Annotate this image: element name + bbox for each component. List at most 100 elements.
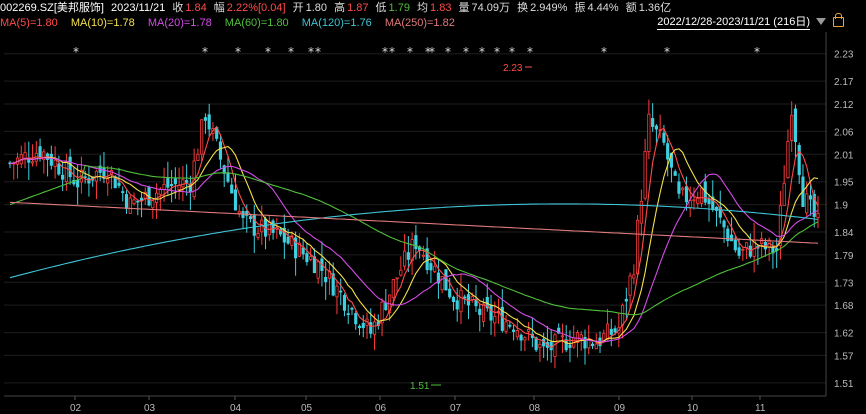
candle-body[interactable] — [549, 341, 553, 351]
candle-body[interactable] — [121, 191, 125, 193]
candle-body[interactable] — [339, 290, 343, 293]
candle-body[interactable] — [64, 161, 68, 183]
candle-body[interactable] — [684, 186, 689, 203]
candle-body[interactable] — [560, 335, 565, 338]
event-marker[interactable]: * — [407, 45, 413, 59]
event-marker[interactable]: * — [382, 45, 388, 59]
candle-body[interactable] — [681, 187, 685, 191]
candle-body[interactable] — [455, 300, 459, 310]
candle-body[interactable] — [230, 184, 234, 194]
candle-body[interactable] — [448, 288, 452, 298]
candle-body[interactable] — [203, 117, 208, 121]
candle-body[interactable] — [267, 221, 271, 236]
candle-body[interactable] — [346, 313, 350, 316]
candle-body[interactable] — [677, 181, 681, 194]
candle-body[interactable] — [459, 289, 463, 313]
candle-body[interactable] — [170, 184, 174, 186]
candle-body[interactable] — [200, 119, 204, 155]
candle-body[interactable] — [628, 275, 632, 296]
candle-body[interactable] — [523, 337, 527, 341]
candle-body[interactable] — [357, 325, 362, 329]
candle-body[interactable] — [699, 187, 704, 204]
candle-body[interactable] — [654, 125, 658, 130]
candle-body[interactable] — [196, 153, 200, 161]
candle-body[interactable] — [87, 178, 91, 184]
candle-body[interactable] — [384, 302, 388, 311]
event-marker[interactable]: * — [445, 45, 451, 59]
candle-body[interactable] — [583, 336, 587, 349]
event-marker[interactable]: * — [754, 45, 760, 59]
candle-body[interactable] — [564, 339, 568, 351]
event-marker[interactable]: * — [509, 45, 515, 59]
candle-body[interactable] — [786, 141, 790, 178]
event-marker[interactable]: * — [479, 45, 485, 59]
candle-body[interactable] — [429, 263, 433, 271]
candle-body[interactable] — [797, 145, 801, 176]
candle-body[interactable] — [651, 118, 655, 127]
candle-body[interactable] — [737, 247, 741, 256]
event-marker[interactable]: * — [308, 45, 314, 59]
candle-body[interactable] — [414, 235, 418, 250]
candle-body[interactable] — [248, 216, 253, 220]
candle-body[interactable] — [256, 233, 260, 238]
event-marker[interactable]: * — [202, 45, 208, 59]
candle-body[interactable] — [361, 322, 365, 329]
candle-body[interactable] — [124, 194, 129, 209]
candle-body[interactable] — [816, 213, 820, 218]
candle-body[interactable] — [132, 199, 136, 205]
candle-body[interactable] — [519, 334, 523, 341]
candle-body[interactable] — [369, 322, 373, 334]
candle-body[interactable] — [609, 328, 613, 335]
candle-body[interactable] — [38, 146, 42, 158]
candle-body[interactable] — [527, 328, 531, 332]
candle-body[interactable] — [372, 321, 377, 335]
candle-body[interactable] — [309, 256, 313, 260]
event-marker[interactable]: * — [527, 45, 533, 59]
candle-body[interactable] — [760, 238, 764, 245]
event-marker[interactable]: * — [463, 45, 469, 59]
candle-body[interactable] — [613, 328, 617, 333]
candle-body[interactable] — [181, 179, 185, 188]
candle-body[interactable] — [538, 343, 542, 349]
candle-body[interactable] — [636, 219, 640, 275]
candle-body[interactable] — [696, 198, 700, 204]
candle-body[interactable] — [466, 294, 471, 306]
candle-body[interactable] — [808, 195, 813, 200]
event-marker[interactable]: * — [429, 45, 435, 59]
candle-body[interactable] — [57, 163, 61, 175]
candle-body[interactable] — [493, 315, 497, 324]
candle-body[interactable] — [707, 198, 711, 205]
event-marker[interactable]: * — [601, 45, 607, 59]
candle-body[interactable] — [662, 132, 666, 143]
candle-body[interactable] — [421, 254, 425, 257]
candle-body[interactable] — [463, 296, 467, 299]
candle-body[interactable] — [158, 188, 162, 195]
candle-body[interactable] — [481, 303, 486, 322]
candle-body[interactable] — [605, 323, 610, 340]
candle-body[interactable] — [30, 161, 35, 164]
event-marker[interactable]: * — [73, 45, 79, 59]
candle-body[interactable] — [647, 113, 651, 152]
candle-body[interactable] — [451, 296, 456, 303]
event-marker[interactable]: * — [288, 45, 294, 59]
candle-body[interactable] — [406, 252, 410, 260]
candle-body[interactable] — [478, 308, 482, 315]
candle-body[interactable] — [301, 247, 305, 255]
candle-body[interactable] — [139, 197, 144, 201]
candle-body[interactable] — [342, 295, 347, 311]
candle-body[interactable] — [805, 193, 809, 214]
candle-body[interactable] — [666, 143, 670, 160]
candlestick-chart[interactable]: 2.23 2.17 2.12 2.06 2.01 1.95 1.9 1.84 1.79 1.73 1… — [0, 0, 866, 414]
candle-body[interactable] — [643, 151, 647, 199]
candle-body[interactable] — [151, 200, 155, 209]
candle-body[interactable] — [395, 277, 399, 280]
candle-body[interactable] — [508, 324, 512, 327]
candle-body[interactable] — [399, 269, 403, 276]
candle-body[interactable] — [489, 304, 493, 321]
candle-body[interactable] — [624, 298, 628, 302]
candle-body[interactable] — [594, 343, 598, 350]
candle-body[interactable] — [166, 177, 170, 188]
candle-body[interactable] — [207, 114, 211, 130]
event-marker[interactable]: * — [664, 45, 670, 59]
candle-body[interactable] — [632, 274, 636, 279]
